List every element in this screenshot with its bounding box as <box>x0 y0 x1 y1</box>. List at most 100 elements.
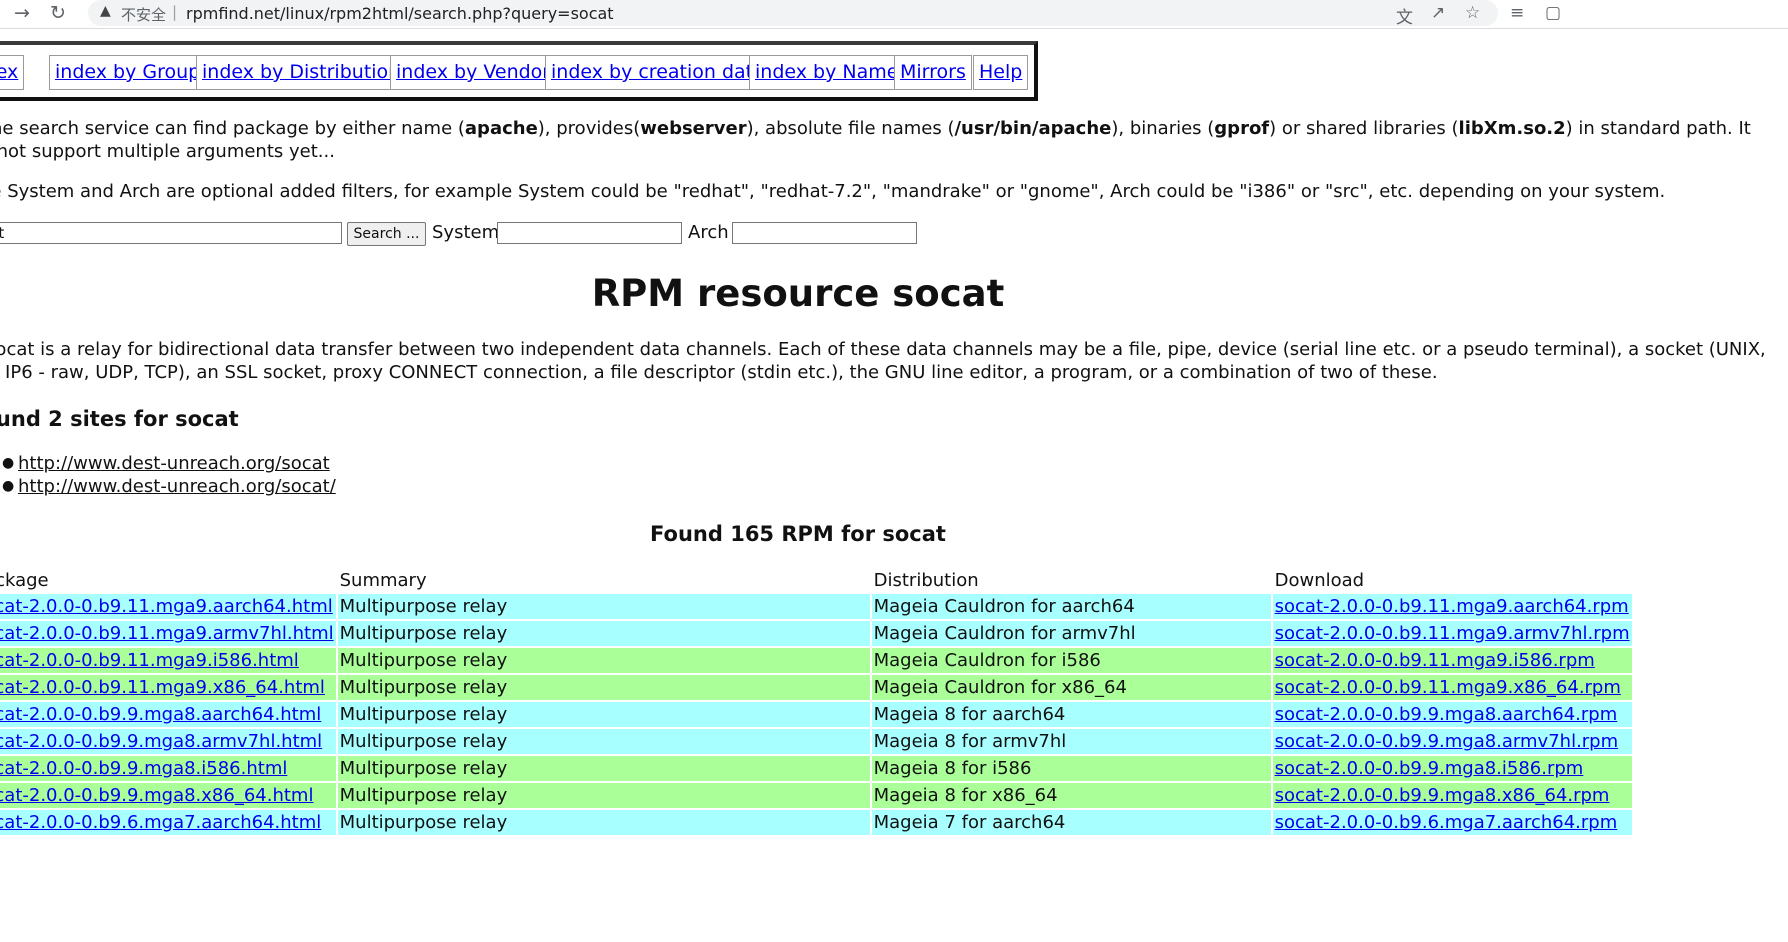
distribution-cell: Mageia 8 for aarch64 <box>871 702 1271 729</box>
summary-cell: Multipurpose relay <box>337 594 870 621</box>
address-url[interactable]: rpmfind.net/linux/rpm2html/search.php?qu… <box>186 4 614 23</box>
nav-index[interactable]: Index <box>0 55 25 90</box>
intro-paragraph-1-line-2: does not support multiple arguments yet.… <box>0 141 335 162</box>
reload-icon[interactable]: ↻ <box>50 2 66 24</box>
sites-heading: Found 2 sites for socat <box>0 407 239 431</box>
nav-distribution[interactable]: index by Distribution <box>196 55 407 90</box>
example-name: apache <box>464 118 538 139</box>
summary-cell: Multipurpose relay <box>337 783 870 810</box>
table-row: socat-2.0.0-0.b9.9.mga8.armv7hl.html Mul… <box>0 729 1632 756</box>
summary-cell: Multipurpose relay <box>337 648 870 675</box>
insecure-label[interactable]: 不安全 <box>121 4 166 25</box>
address-bar[interactable]: ▲ 不安全 | rpmfind.net/linux/rpm2html/searc… <box>88 0 1498 28</box>
package-link[interactable]: socat-2.0.0-0.b9.11.mga9.x86_64.html <box>0 677 325 698</box>
intro-text: The search service can find package by e… <box>0 118 465 139</box>
nav-index-link[interactable]: Index <box>0 61 18 83</box>
package-link[interactable]: socat-2.0.0-0.b9.9.mga8.aarch64.html <box>0 704 321 725</box>
package-link[interactable]: socat-2.0.0-0.b9.11.mga9.i586.html <box>0 650 299 671</box>
system-input[interactable] <box>497 222 682 244</box>
site-link-2[interactable]: http://www.dest-unreach.org/socat/ <box>18 475 336 498</box>
header-summary: Summary <box>339 570 427 591</box>
nav-creation-date-link[interactable]: index by creation date <box>551 61 765 83</box>
table-row: socat-2.0.0-0.b9.9.mga8.aarch64.html Mul… <box>0 702 1632 729</box>
header-package: Package <box>0 570 49 591</box>
summary-cell: Multipurpose relay <box>337 675 870 702</box>
sidebar-icon[interactable]: ▢ <box>1545 3 1561 23</box>
summary-cell: Multipurpose relay <box>337 756 870 783</box>
distribution-cell: Mageia 8 for x86_64 <box>871 783 1271 810</box>
warning-icon[interactable]: ▲ <box>100 3 111 19</box>
download-link[interactable]: socat-2.0.0-0.b9.11.mga9.armv7hl.rpm <box>1275 623 1630 644</box>
summary-cell: Multipurpose relay <box>337 621 870 648</box>
browser-toolbar: → ↻ ▲ 不安全 | rpmfind.net/linux/rpm2html/s… <box>0 0 1788 29</box>
description-line-1: Socat is a relay for bidirectional data … <box>0 339 1766 360</box>
package-link[interactable]: socat-2.0.0-0.b9.11.mga9.aarch64.html <box>0 596 333 617</box>
arch-input[interactable] <box>732 222 917 244</box>
intro-text: ), binaries ( <box>1111 118 1215 139</box>
package-link[interactable]: socat-2.0.0-0.b9.9.mga8.armv7hl.html <box>0 731 322 752</box>
header-download: Download <box>1274 570 1365 591</box>
distribution-cell: Mageia 7 for aarch64 <box>871 810 1271 837</box>
search-button[interactable]: Search ... <box>347 222 426 246</box>
distribution-cell: Mageia Cauldron for i586 <box>871 648 1271 675</box>
table-row: socat-2.0.0-0.b9.11.mga9.aarch64.html Mu… <box>0 594 1632 621</box>
nav-help-link[interactable]: Help <box>979 61 1022 83</box>
example-provides: webserver <box>640 118 747 139</box>
arch-label: Arch <box>688 222 729 243</box>
distribution-cell: Mageia Cauldron for aarch64 <box>871 594 1271 621</box>
table-row: socat-2.0.0-0.b9.6.mga7.aarch64.html Mul… <box>0 810 1632 837</box>
package-link[interactable]: socat-2.0.0-0.b9.9.mga8.i586.html <box>0 758 287 779</box>
nav-distribution-link[interactable]: index by Distribution <box>202 61 400 83</box>
star-icon[interactable]: ☆ <box>1465 3 1480 23</box>
bullet-icon: ● <box>2 455 15 471</box>
bullet-icon: ● <box>2 478 15 494</box>
download-link[interactable]: socat-2.0.0-0.b9.9.mga8.i586.rpm <box>1275 758 1584 779</box>
rpm-count-heading: Found 165 RPM for socat <box>650 522 946 546</box>
reading-list-icon[interactable]: ≡ <box>1510 3 1524 23</box>
nav-vendor[interactable]: index by Vendor <box>390 55 557 90</box>
system-label: System <box>432 222 500 243</box>
summary-cell: Multipurpose relay <box>337 729 870 756</box>
download-link[interactable]: socat-2.0.0-0.b9.11.mga9.aarch64.rpm <box>1275 596 1629 617</box>
example-binary: gprof <box>1214 118 1270 139</box>
table-row: socat-2.0.0-0.b9.11.mga9.armv7hl.html Mu… <box>0 621 1632 648</box>
download-link[interactable]: socat-2.0.0-0.b9.9.mga8.aarch64.rpm <box>1275 704 1618 725</box>
distribution-cell: Mageia 8 for i586 <box>871 756 1271 783</box>
header-distribution: Distribution <box>873 570 979 591</box>
address-separator: | <box>172 3 178 21</box>
rpm-table: Package Summary Distribution Download so… <box>0 567 1634 837</box>
nav-group[interactable]: index by Group <box>49 55 207 90</box>
forward-icon[interactable]: → <box>14 2 30 24</box>
index-nav: Index index by Group index by Distributi… <box>0 41 1038 101</box>
nav-group-link[interactable]: index by Group <box>55 61 200 83</box>
distribution-cell: Mageia Cauldron for armv7hl <box>871 621 1271 648</box>
package-link[interactable]: socat-2.0.0-0.b9.6.mga7.aarch64.html <box>0 812 321 833</box>
download-link[interactable]: socat-2.0.0-0.b9.11.mga9.i586.rpm <box>1275 650 1595 671</box>
intro-text: ) or shared libraries ( <box>1269 118 1459 139</box>
intro-paragraph-1: The search service can find package by e… <box>0 117 1751 140</box>
package-link[interactable]: socat-2.0.0-0.b9.9.mga8.x86_64.html <box>0 785 313 806</box>
nav-mirrors-link[interactable]: Mirrors <box>900 61 966 83</box>
download-link[interactable]: socat-2.0.0-0.b9.9.mga8.armv7hl.rpm <box>1275 731 1619 752</box>
nav-creation-date[interactable]: index by creation date <box>545 55 771 90</box>
page-title: RPM resource socat <box>591 272 1005 315</box>
nav-name-link[interactable]: index by Name <box>755 61 898 83</box>
summary-cell: Multipurpose relay <box>337 702 870 729</box>
download-link[interactable]: socat-2.0.0-0.b9.9.mga8.x86_64.rpm <box>1275 785 1610 806</box>
share-icon[interactable]: ↗ <box>1431 3 1445 23</box>
package-link[interactable]: socat-2.0.0-0.b9.11.mga9.armv7hl.html <box>0 623 334 644</box>
download-link[interactable]: socat-2.0.0-0.b9.6.mga7.aarch64.rpm <box>1275 812 1618 833</box>
translate-icon[interactable]: 文 <box>1396 3 1413 28</box>
download-link[interactable]: socat-2.0.0-0.b9.11.mga9.x86_64.rpm <box>1275 677 1621 698</box>
query-input[interactable]: socat <box>0 222 342 244</box>
nav-name[interactable]: index by Name <box>749 55 905 90</box>
distribution-cell: Mageia 8 for armv7hl <box>871 729 1271 756</box>
site-link-1[interactable]: http://www.dest-unreach.org/socat <box>18 452 330 475</box>
nav-mirrors[interactable]: Mirrors <box>894 55 972 90</box>
table-row: socat-2.0.0-0.b9.9.mga8.x86_64.html Mult… <box>0 783 1632 810</box>
nav-vendor-link[interactable]: index by Vendor <box>396 61 550 83</box>
intro-text: ), absolute file names ( <box>746 118 955 139</box>
example-file: /usr/bin/apache <box>954 118 1112 139</box>
nav-help[interactable]: Help <box>973 55 1029 90</box>
description-line-2: IP4, IP6 - raw, UDP, TCP), an SSL socket… <box>0 362 1438 383</box>
